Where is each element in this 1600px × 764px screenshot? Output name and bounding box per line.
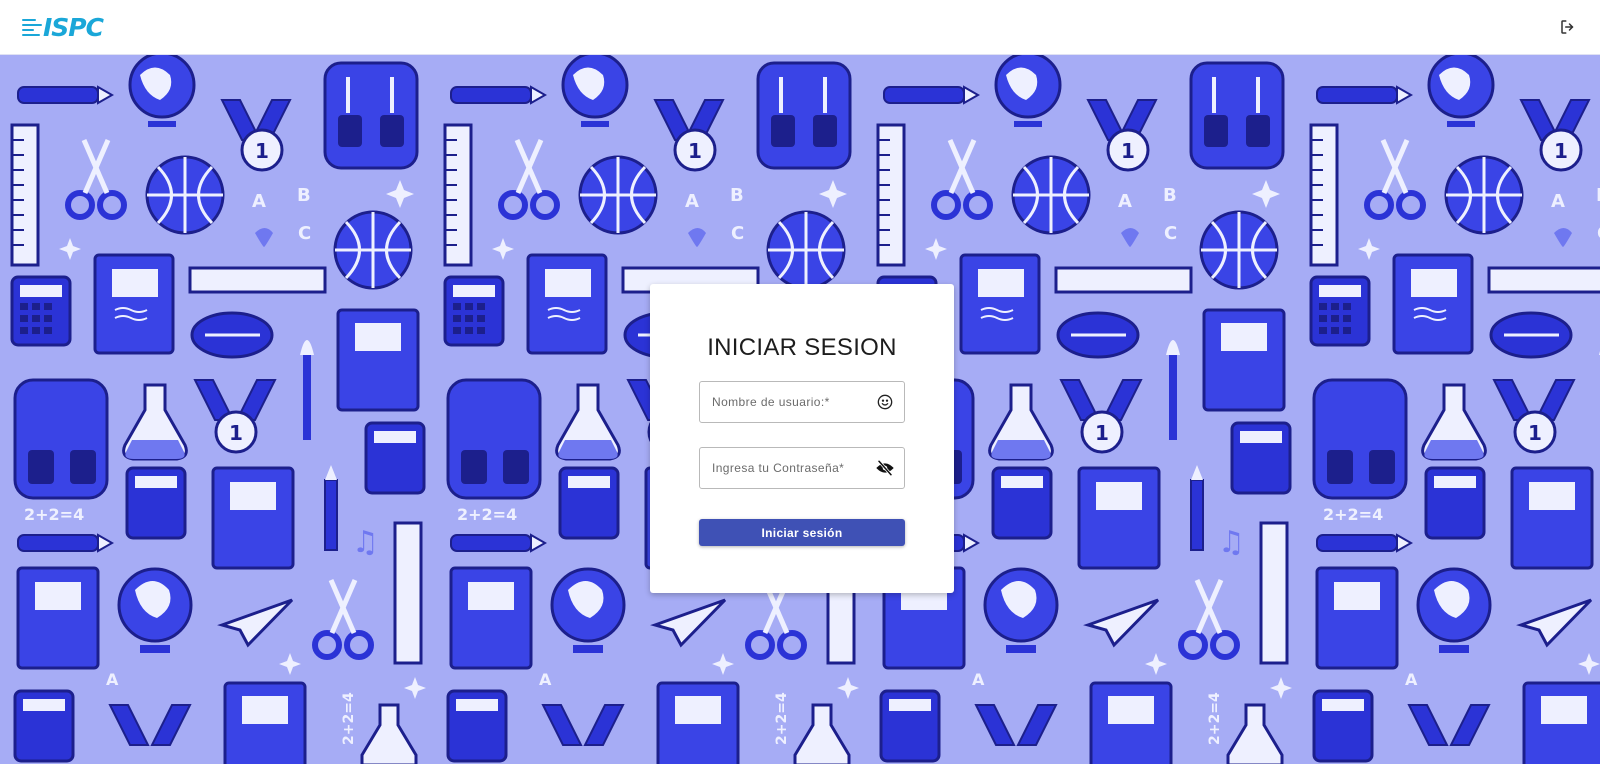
smiley-icon: [876, 393, 894, 411]
password-input[interactable]: [712, 461, 876, 475]
logout-icon: [1561, 20, 1574, 34]
ispc-logo[interactable]: ISPC: [22, 12, 104, 42]
username-field[interactable]: [699, 381, 905, 423]
login-button[interactable]: Iniciar sesión: [699, 519, 905, 546]
logo-text: ISPC: [43, 12, 104, 42]
login-title: INICIAR SESION: [707, 334, 897, 361]
login-card: INICIAR SESION Iniciar sesión: [650, 284, 954, 593]
top-navbar: ISPC: [0, 0, 1600, 55]
eye-off-icon[interactable]: [876, 459, 894, 477]
logo-speed-lines: [22, 18, 42, 36]
password-field[interactable]: [699, 447, 905, 489]
logout-button[interactable]: [1556, 15, 1580, 39]
username-input[interactable]: [712, 395, 876, 409]
